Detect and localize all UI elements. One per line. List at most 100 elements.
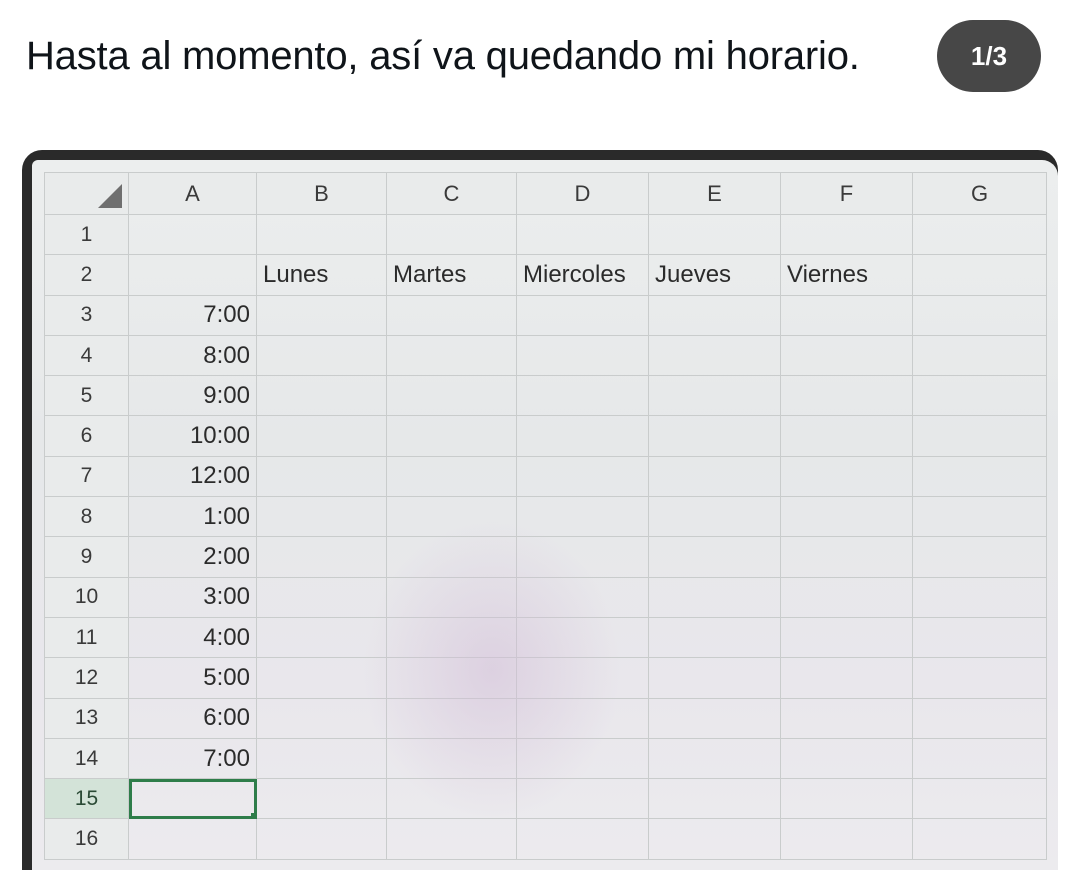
cell[interactable] [516,657,649,699]
cell[interactable] [516,576,649,618]
cell[interactable] [386,334,517,377]
cell[interactable] [256,375,387,417]
row-header[interactable]: 14 [44,737,129,780]
time-cell[interactable]: 2:00 [128,536,257,578]
day-cell-miercoles[interactable]: Miercoles [516,254,649,296]
cell[interactable] [780,294,913,336]
cell[interactable] [256,576,387,618]
time-cell[interactable]: 10:00 [128,415,257,457]
cell[interactable] [780,415,913,457]
cell[interactable] [256,657,387,699]
cell[interactable] [780,657,913,699]
row-header[interactable]: 9 [44,536,129,578]
cell[interactable] [516,818,649,860]
cell[interactable] [256,818,387,860]
cell[interactable] [516,334,649,377]
cell[interactable] [912,334,1047,377]
column-header-c[interactable]: C [386,172,517,215]
cell[interactable] [780,213,913,256]
cell[interactable] [648,778,781,820]
time-cell[interactable]: 12:00 [128,455,257,498]
cell[interactable] [648,375,781,417]
row-header[interactable]: 13 [44,697,129,739]
cell[interactable] [256,213,387,256]
cell[interactable] [386,536,517,578]
day-cell-lunes[interactable]: Lunes [256,254,387,296]
cell[interactable] [256,334,387,377]
cell[interactable] [516,737,649,780]
time-cell[interactable]: 7:00 [128,737,257,780]
time-cell[interactable]: 5:00 [128,657,257,699]
row-header-selected[interactable]: 15 [44,778,129,820]
row-header[interactable]: 1 [44,213,129,256]
column-header-a[interactable]: A [128,172,257,215]
cell[interactable] [780,334,913,377]
cell[interactable] [256,697,387,739]
cell[interactable] [912,415,1047,457]
cell[interactable] [386,496,517,538]
column-header-e[interactable]: E [648,172,781,215]
row-header[interactable]: 7 [44,455,129,498]
cell[interactable] [648,294,781,336]
row-header[interactable]: 6 [44,415,129,457]
column-header-f[interactable]: F [780,172,913,215]
cell[interactable] [912,737,1047,780]
cell[interactable] [386,455,517,498]
cell[interactable] [128,213,257,256]
cell[interactable] [386,697,517,739]
cell[interactable] [912,536,1047,578]
row-header[interactable]: 16 [44,818,129,860]
cell[interactable] [516,455,649,498]
cell[interactable] [912,455,1047,498]
cell[interactable] [256,415,387,457]
cell[interactable] [516,496,649,538]
cell[interactable] [516,778,649,820]
time-cell[interactable]: 7:00 [128,294,257,336]
cell[interactable] [648,818,781,860]
cell[interactable] [516,536,649,578]
time-cell[interactable]: 8:00 [128,334,257,377]
cell[interactable] [386,213,517,256]
cell[interactable] [648,697,781,739]
fill-handle[interactable] [251,813,256,818]
cell[interactable] [256,536,387,578]
cell[interactable] [780,818,913,860]
time-cell[interactable]: 1:00 [128,496,257,538]
cell[interactable] [648,576,781,618]
cell[interactable] [912,496,1047,538]
cell[interactable] [256,778,387,820]
cell[interactable] [128,818,257,860]
cell[interactable] [516,697,649,739]
row-header[interactable]: 10 [44,576,129,618]
cell[interactable] [648,657,781,699]
cell[interactable] [780,496,913,538]
cell[interactable] [516,616,649,659]
time-cell[interactable]: 4:00 [128,616,257,659]
cell[interactable] [648,415,781,457]
row-header[interactable]: 4 [44,334,129,377]
cell[interactable] [516,375,649,417]
cell[interactable] [912,697,1047,739]
row-header[interactable]: 5 [44,375,129,417]
cell[interactable] [256,616,387,659]
cell[interactable] [386,294,517,336]
cell[interactable] [780,455,913,498]
cell[interactable] [912,778,1047,820]
column-header-b[interactable]: B [256,172,387,215]
time-cell[interactable]: 3:00 [128,576,257,618]
active-cell-a15[interactable] [128,778,257,820]
cell[interactable] [912,657,1047,699]
cell[interactable] [128,254,257,296]
cell[interactable] [648,334,781,377]
day-cell-viernes[interactable]: Viernes [780,254,913,296]
cell[interactable] [780,697,913,739]
cell[interactable] [912,616,1047,659]
cell[interactable] [256,737,387,780]
cell[interactable] [780,616,913,659]
row-header[interactable]: 12 [44,657,129,699]
cell[interactable] [516,294,649,336]
cell[interactable] [648,737,781,780]
cell[interactable] [780,375,913,417]
cell[interactable] [912,254,1047,296]
cell[interactable] [516,415,649,457]
